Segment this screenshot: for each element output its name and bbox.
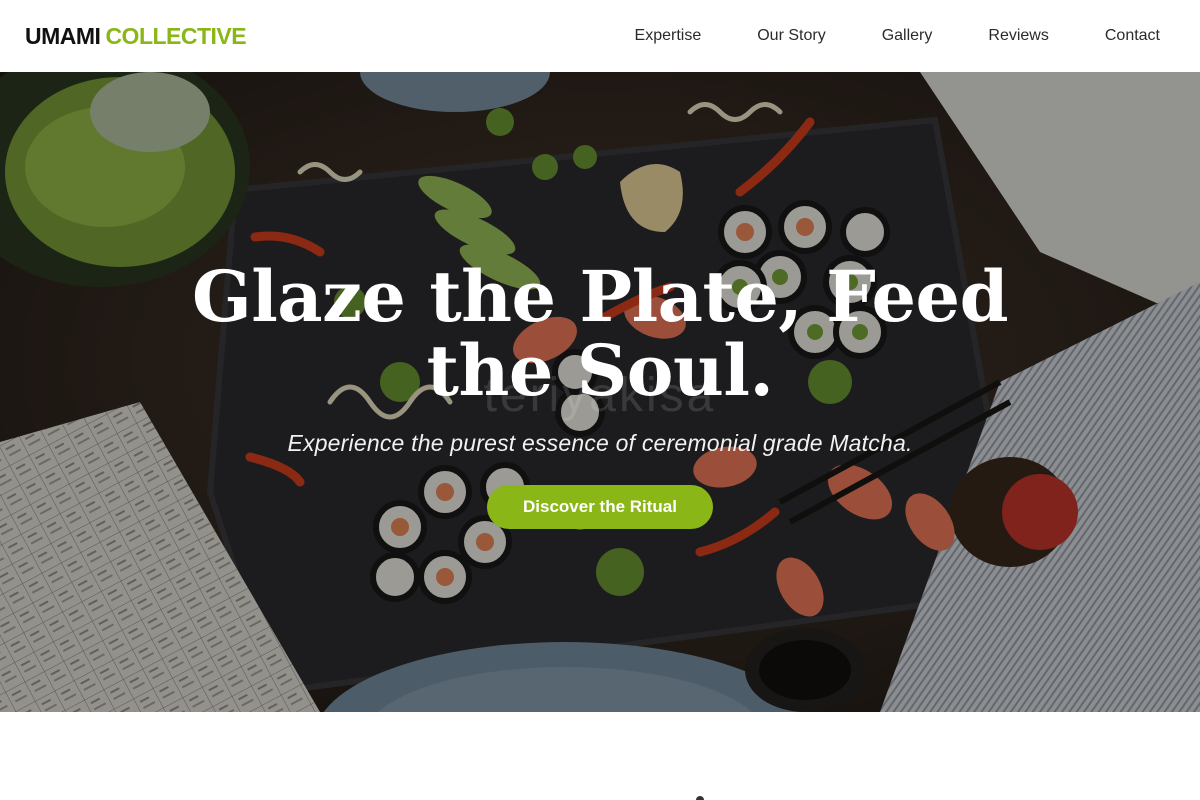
nav-link-gallery[interactable]: Gallery bbox=[882, 27, 933, 45]
site-header: UMAMI COLLECTIVE Expertise Our Story Gall… bbox=[0, 0, 1200, 72]
brand-logo[interactable]: UMAMI COLLECTIVE bbox=[25, 22, 247, 50]
nav-link-expertise[interactable]: Expertise bbox=[635, 27, 702, 45]
section-heading-fragment bbox=[696, 796, 704, 800]
logo-secondary-text: COLLECTIVE bbox=[105, 22, 247, 49]
next-section bbox=[0, 712, 1200, 800]
hero-subtitle: Experience the purest essence of ceremon… bbox=[287, 430, 913, 456]
nav-link-contact[interactable]: Contact bbox=[1105, 27, 1160, 45]
hero-content: teriyakisa Glaze the Plate, Feed the Sou… bbox=[0, 72, 1200, 712]
discover-ritual-button[interactable]: Discover the Ritual bbox=[487, 485, 713, 529]
hero-section: teriyakisa Glaze the Plate, Feed the Sou… bbox=[0, 72, 1200, 712]
nav-link-reviews[interactable]: Reviews bbox=[988, 27, 1048, 45]
main-nav: Expertise Our Story Gallery Reviews Cont… bbox=[635, 27, 1160, 45]
logo-primary-text: UMAMI bbox=[25, 22, 101, 49]
hero-title: Glaze the Plate, Feed the Soul. bbox=[191, 255, 1009, 412]
nav-link-our-story[interactable]: Our Story bbox=[757, 27, 825, 45]
